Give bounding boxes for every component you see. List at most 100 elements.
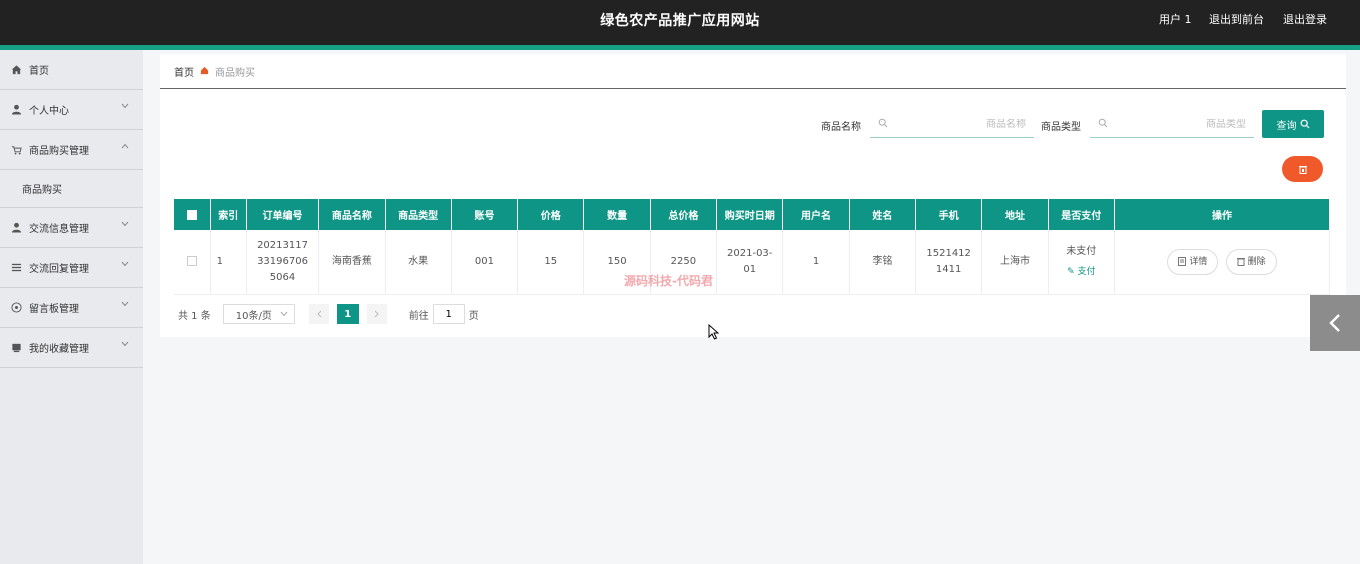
header-accent-bar [0,45,1360,50]
cell-phone: 15214121411 [915,230,983,295]
column-header: 操作 [1114,199,1331,230]
cell-actions: 详情 删除 [1114,230,1331,295]
page-size-value: 10条/页 [235,310,272,322]
breadcrumb-separator-icon [200,66,209,78]
list-icon [10,261,23,274]
goto-page-input[interactable] [432,304,465,324]
chevron-left-icon [1329,314,1340,332]
sidebar-item-label: 我的收藏管理 [29,344,89,355]
home-icon [10,63,23,76]
goto-label: 前往 [408,310,429,322]
cell-price: 15 [517,230,585,295]
column-header: 订单编号 [246,199,320,230]
sidebar: 首页 个人中心 商品购买管理 商品购买 交流信息管理 交流回复管理 留言板管理 … [0,50,143,564]
next-page-button[interactable] [366,304,387,324]
product-type-search[interactable] [1090,112,1254,138]
sidebar-item-exchange-info[interactable]: 交流信息管理 [0,208,143,248]
cell-index: 1 [210,230,247,295]
sidebar-subitem-purchase[interactable]: 商品购买 [0,170,143,208]
delete-button[interactable]: 删除 [1225,248,1277,275]
chevron-down-icon [121,300,129,310]
sidebar-item-label: 留言板管理 [29,304,79,315]
detail-button-label: 详情 [1189,256,1208,267]
product-name-search[interactable] [870,112,1034,138]
search-icon [1300,119,1310,129]
sidebar-item-label: 个人中心 [29,106,69,117]
cell-name: 李铭 [849,230,917,295]
product-name-input[interactable] [888,119,1026,130]
column-header: 用户名 [782,199,850,230]
column-header: 索引 [210,199,247,230]
row-checkbox[interactable] [186,255,197,266]
chevron-down-icon [280,311,288,317]
cell-pay-status: 未支付 ✎ 支付 [1048,230,1115,295]
edit-icon: ✎ [1067,266,1075,277]
page-suffix: 页 [468,310,479,322]
cell-product-name: 海南香蕉 [318,230,386,295]
cell-date: 2021-03-01 [716,230,784,295]
chevron-down-icon [121,220,129,230]
product-name-label: 商品名称 [821,122,861,133]
product-type-input[interactable] [1108,119,1246,130]
pagination: 共 1 条 10条/页 1 前往 页 [178,304,479,324]
sidebar-item-message-board[interactable]: 留言板管理 [0,288,143,328]
table-row: 1 20213117331967065064 海南香蕉 水果 001 15 15… [174,230,1331,295]
sidebar-item-favorites[interactable]: 我的收藏管理 [0,328,143,368]
sidebar-item-home[interactable]: 首页 [0,50,143,90]
column-header: 是否支付 [1048,199,1115,230]
sidebar-item-purchase-management[interactable]: 商品购买管理 [0,130,143,170]
pay-link-label: 支付 [1077,266,1096,277]
detail-button[interactable]: 详情 [1167,248,1219,275]
chevron-down-icon [121,260,129,270]
page-size-select[interactable]: 10条/页 [222,304,295,324]
delete-button-label: 删除 [1247,256,1266,267]
bookmark-icon [10,341,23,354]
column-header: 商品类型 [385,199,452,230]
product-type-label: 商品类型 [1041,122,1081,133]
sidebar-item-label: 首页 [29,66,49,77]
sidebar-item-label: 商品购买管理 [29,146,89,157]
breadcrumb-divider [160,88,1346,89]
search-icon [1098,118,1108,131]
delete-icon [1298,165,1307,174]
cell-order-no: 20213117331967065064 [246,230,320,295]
prev-page-button[interactable] [308,304,329,324]
search-icon [878,118,888,131]
breadcrumb-home[interactable]: 首页 [174,64,194,79]
pay-status-text: 未支付 [1066,245,1097,257]
user-icon [10,221,23,234]
column-header: 总价格 [650,199,718,230]
column-header: 账号 [451,199,519,230]
column-header: 地址 [981,199,1049,230]
sidebar-item-label: 交流信息管理 [29,224,89,235]
chevron-left-icon [317,310,322,318]
current-user[interactable]: 用户 1 [1159,11,1192,27]
cell-product-type: 水果 [385,230,452,295]
watermark: 源码科技-代码君 [624,274,713,288]
sidebar-item-exchange-reply[interactable]: 交流回复管理 [0,248,143,288]
column-header: 商品名称 [318,199,386,230]
total-count: 共 1 条 [178,310,211,322]
cell-username: 1 [782,230,850,295]
query-button-label: 查询 [1276,120,1297,132]
batch-delete-button[interactable] [1282,156,1323,182]
column-header: 价格 [517,199,585,230]
chevron-up-icon [121,142,129,152]
page-number-current[interactable]: 1 [336,304,359,324]
logout-link[interactable]: 退出登录 [1283,11,1327,27]
cell-account: 001 [451,230,519,295]
chevron-down-icon [121,102,129,112]
collapse-panel-button[interactable] [1310,295,1360,351]
document-icon [1178,257,1187,267]
sidebar-item-personal-center[interactable]: 个人中心 [0,90,143,130]
query-button[interactable]: 查询 [1262,110,1324,138]
chevron-right-icon [374,310,379,318]
row-select-cell [174,230,211,295]
top-header: 绿色农产品推广应用网站 用户 1 退出到前台 退出登录 [0,0,1360,45]
column-header: 手机 [915,199,983,230]
breadcrumb: 首页 商品购买 [174,64,255,79]
trash-icon [1236,257,1245,267]
pay-link[interactable]: ✎ 支付 [1057,264,1106,280]
back-to-front-link[interactable]: 退出到前台 [1209,11,1264,27]
select-all-checkbox[interactable] [186,209,197,220]
